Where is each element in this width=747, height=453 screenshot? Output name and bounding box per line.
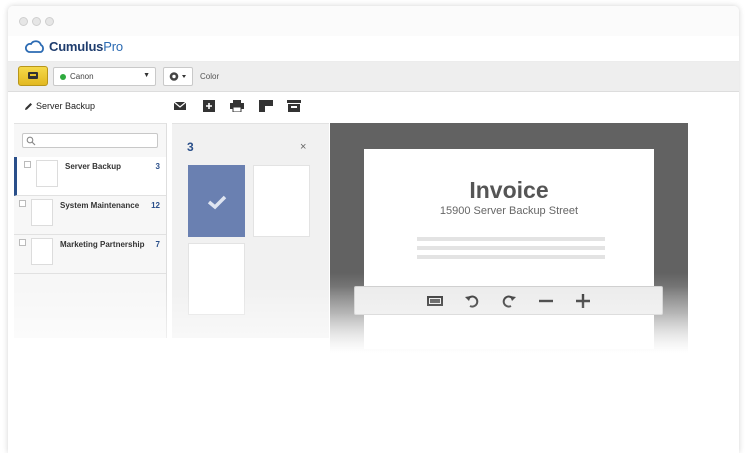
checkbox[interactable] (24, 161, 31, 168)
title-bar (8, 6, 739, 36)
close-icon[interactable]: × (300, 141, 306, 153)
checkbox[interactable] (19, 200, 26, 207)
page-thumbnail[interactable] (188, 243, 245, 315)
printer-status-icon (60, 74, 66, 80)
app-window: CumulusPro Canon ▼ Color Server Backup S… (8, 6, 739, 453)
close-window-button[interactable] (19, 17, 28, 26)
collections-sidebar: Server Backup 3 System Maintenance 12 Ma… (14, 123, 167, 338)
preview-page: Invoice 15900 Server Backup Street (364, 149, 654, 349)
page-thumbnail[interactable] (253, 165, 310, 237)
fit-icon[interactable] (426, 292, 444, 310)
checkmark-icon (207, 195, 227, 210)
invoice-title: Invoice (469, 177, 549, 203)
document-preview: Invoice 15900 Server Backup Street (330, 123, 688, 453)
page-thumbnail[interactable] (188, 165, 245, 237)
cloud-icon (25, 39, 44, 53)
document-thumbnail (36, 160, 58, 187)
logo: CumulusPro (24, 39, 123, 54)
brand-name: Cumulus (49, 39, 104, 54)
document-title-text: Server Backup (36, 101, 96, 111)
list-item[interactable]: Marketing Partnership 7 (14, 235, 166, 274)
maximize-window-button[interactable] (45, 17, 54, 26)
zoom-in-icon[interactable] (574, 292, 592, 310)
add-icon[interactable] (202, 100, 216, 112)
printer-select[interactable]: Canon ▼ (53, 67, 156, 86)
pages-panel: 3 × (172, 123, 329, 338)
list-item-count: 3 (155, 162, 160, 171)
layout-icon[interactable] (259, 100, 273, 112)
mail-icon[interactable] (173, 100, 187, 112)
list-item[interactable]: System Maintenance 12 (14, 196, 166, 235)
document-toolbar: Server Backup (8, 93, 739, 119)
text-line (417, 246, 605, 250)
list-item-count: 12 (151, 201, 160, 210)
list-item-label: Marketing Partnership (60, 240, 145, 249)
archive-icon[interactable] (287, 100, 301, 112)
chevron-down-icon: ▼ (143, 72, 150, 79)
document-title[interactable]: Server Backup (24, 101, 95, 111)
gear-icon (169, 72, 186, 81)
rotate-right-icon[interactable] (500, 292, 518, 310)
text-line (417, 237, 605, 241)
print-icon[interactable] (230, 100, 244, 112)
list-item-count: 7 (155, 240, 160, 249)
minimize-window-button[interactable] (32, 17, 41, 26)
page-count: 3 (187, 140, 194, 154)
search-icon (26, 136, 36, 146)
printer-name: Canon (70, 72, 94, 81)
list-item-label: Server Backup (65, 162, 122, 171)
search-input[interactable] (22, 133, 158, 148)
rotate-left-icon[interactable] (463, 292, 481, 310)
invoice-address: 15900 Server Backup Street (439, 205, 579, 217)
color-label: Color (200, 72, 220, 81)
list-item-label: System Maintenance (60, 201, 140, 210)
viewer-controls (354, 286, 663, 315)
settings-dropdown-button[interactable] (163, 67, 193, 86)
zoom-out-icon[interactable] (537, 292, 555, 310)
document-thumbnail (31, 199, 53, 226)
list-item[interactable]: Server Backup 3 (14, 157, 166, 196)
pencil-icon (25, 102, 32, 110)
document-thumbnail (31, 238, 53, 265)
print-button[interactable] (18, 66, 48, 86)
main-toolbar: Canon ▼ Color (8, 62, 739, 92)
printer-icon (28, 72, 38, 79)
text-line (417, 255, 605, 259)
checkbox[interactable] (19, 239, 26, 246)
brand-bar: CumulusPro (8, 36, 739, 62)
brand-suffix: Pro (103, 39, 123, 54)
